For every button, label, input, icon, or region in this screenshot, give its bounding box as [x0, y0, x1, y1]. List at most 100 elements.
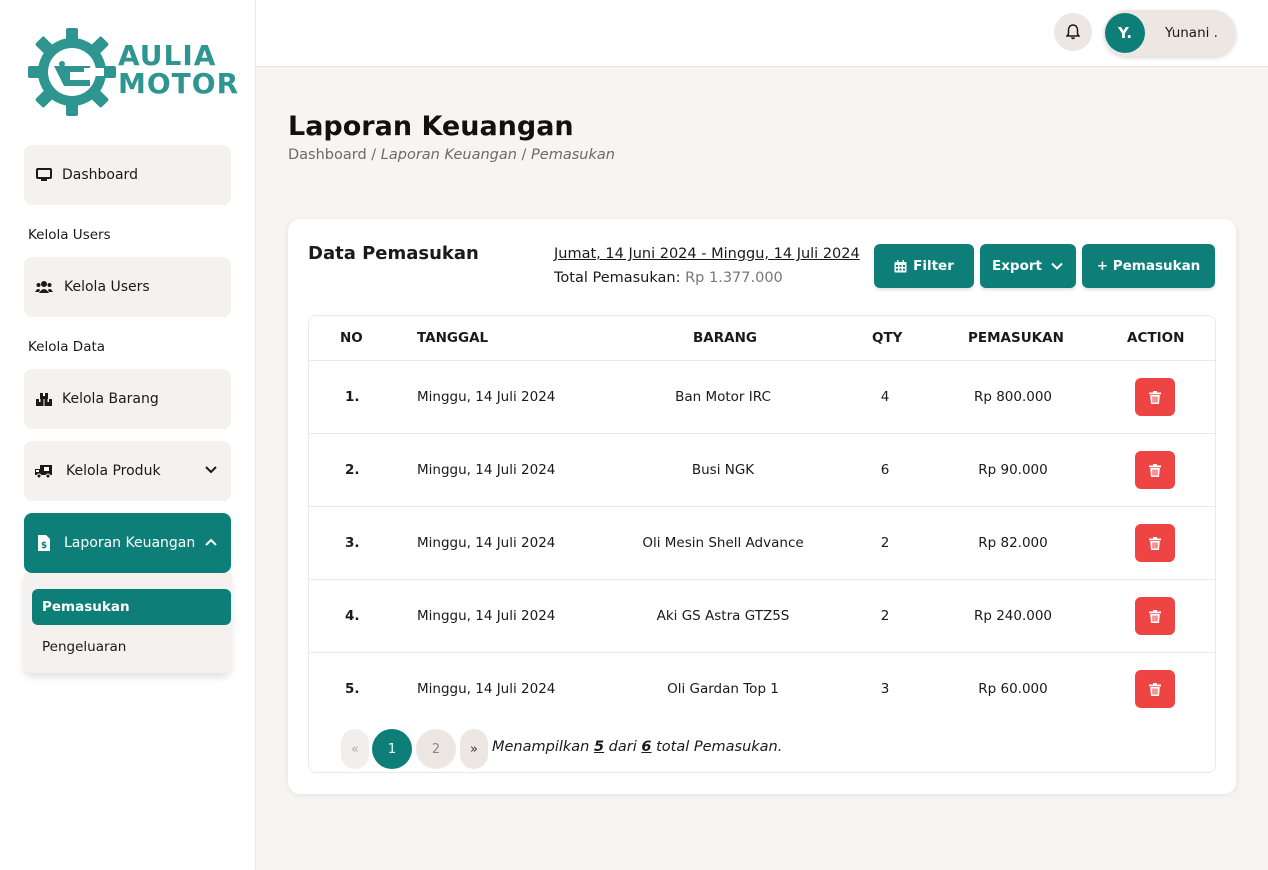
delete-button[interactable]: [1135, 597, 1175, 635]
page-1-button[interactable]: 1: [372, 729, 412, 769]
trash-icon: [1149, 536, 1161, 550]
table-header: NO TANGGAL BARANG QTY PEMASUKAN ACTION: [309, 316, 1215, 361]
submenu-item-pemasukan[interactable]: Pemasukan: [32, 589, 231, 625]
delete-button[interactable]: [1135, 524, 1175, 562]
monitor-icon: [35, 166, 53, 184]
boxes-icon: [35, 390, 53, 408]
next-page-button[interactable]: »: [460, 729, 488, 769]
header-pemasukan: PEMASUKAN: [968, 330, 1064, 346]
page-title: Laporan Keuangan: [288, 111, 574, 142]
cell-barang: Ban Motor IRC: [675, 389, 771, 405]
cell-qty: 4: [880, 389, 890, 405]
topbar: Y. Yunani .: [256, 0, 1268, 67]
truck-icon: [35, 462, 53, 480]
cell-pemasukan: Rp 90.000: [978, 462, 1048, 478]
avatar: Y.: [1105, 13, 1145, 53]
delete-button[interactable]: [1135, 378, 1175, 416]
notification-button[interactable]: [1054, 13, 1092, 51]
cell-barang: Oli Mesin Shell Advance: [642, 535, 804, 551]
trash-icon: [1149, 682, 1161, 696]
cell-tanggal: Minggu, 14 Juli 2024: [417, 681, 556, 697]
breadcrumb-separator: /: [366, 147, 381, 163]
cell-qty: 2: [880, 535, 890, 551]
income-table: NO TANGGAL BARANG QTY PEMASUKAN ACTION 1…: [308, 315, 1216, 773]
sidebar-item-label: Dashboard: [62, 167, 138, 183]
cell-no: 2.: [345, 462, 360, 478]
cell-pemasukan: Rp 240.000: [973, 608, 1053, 624]
breadcrumb-level2: Pemasukan: [531, 147, 615, 163]
sidebar-item-kelola-users[interactable]: Kelola Users: [24, 257, 231, 317]
cell-qty: 3: [880, 681, 890, 697]
breadcrumb-root[interactable]: Dashboard: [288, 147, 367, 163]
total-value: Rp 1.377.000: [685, 270, 783, 286]
submenu-item-pengeluaran[interactable]: Pengeluaran: [32, 629, 231, 665]
cell-no: 1.: [345, 389, 360, 405]
income-card: Data Pemasukan Jumat, 14 Juni 2024 - Min…: [288, 219, 1236, 794]
sidebar-item-label: Kelola Produk: [66, 463, 161, 479]
total-label: Total Pemasukan:: [554, 270, 681, 286]
cell-tanggal: Minggu, 14 Juli 2024: [417, 462, 556, 478]
cell-barang: Busi NGK: [691, 462, 755, 478]
sidebar-item-kelola-barang[interactable]: Kelola Barang: [24, 369, 231, 429]
cell-no: 3.: [345, 535, 360, 551]
prev-page-button[interactable]: «: [341, 729, 369, 769]
user-menu[interactable]: Y. Yunani .: [1104, 10, 1236, 56]
cell-tanggal: Minggu, 14 Juli 2024: [417, 535, 556, 551]
cell-pemasukan: Rp 800.000: [973, 389, 1053, 405]
add-pemasukan-button[interactable]: + Pemasukan: [1082, 244, 1215, 288]
user-name: Yunani .: [1165, 25, 1218, 41]
pagination-info-pre: Menampilkan: [492, 739, 594, 755]
filter-label: Filter: [913, 258, 954, 274]
delete-button[interactable]: [1135, 670, 1175, 708]
breadcrumb-level1: Laporan Keuangan: [380, 147, 517, 163]
chevron-up-icon: [205, 538, 217, 546]
section-label-data: Kelola Data: [28, 339, 106, 355]
export-label: Export: [992, 258, 1042, 274]
card-title: Data Pemasukan: [308, 243, 479, 264]
bell-icon: [1066, 24, 1080, 40]
delete-button[interactable]: [1135, 451, 1175, 489]
chevron-down-icon: [1051, 262, 1063, 270]
cell-barang: Aki GS Astra GTZ5S: [656, 608, 790, 624]
pagination-info: Menampilkan 5 dari 6 total Pemasukan.: [492, 739, 782, 755]
sidebar-item-label: Kelola Users: [64, 279, 150, 295]
brand-name: AULIA MOTOR: [118, 42, 239, 98]
pagination-total: 6: [641, 739, 652, 755]
table-row: 1. Minggu, 14 Juli 2024 Ban Motor IRC 4 …: [309, 361, 1215, 434]
users-icon: [35, 278, 53, 296]
gear-logo-icon: [28, 28, 116, 116]
breadcrumb: Dashboard / Laporan Keuangan / Pemasukan: [288, 147, 615, 163]
submenu-laporan: Pemasukan Pengeluaran: [24, 573, 231, 673]
trash-icon: [1149, 463, 1161, 477]
pagination-info-mid: dari: [604, 739, 642, 755]
filter-button[interactable]: Filter: [874, 244, 974, 288]
table-row: 5. Minggu, 14 Juli 2024 Oli Gardan Top 1…: [309, 653, 1215, 726]
breadcrumb-separator: /: [516, 147, 532, 163]
trash-icon: [1149, 390, 1161, 404]
pagination-info-post: total Pemasukan.: [651, 739, 783, 755]
cell-pemasukan: Rp 82.000: [978, 535, 1048, 551]
brand-logo[interactable]: AULIA MOTOR: [28, 26, 238, 118]
table-row: 4. Minggu, 14 Juli 2024 Aki GS Astra GTZ…: [309, 580, 1215, 653]
brand-line1: AULIA: [118, 39, 217, 72]
sidebar-item-laporan-keuangan[interactable]: $ Laporan Keuangan: [24, 513, 231, 573]
sidebar-item-dashboard[interactable]: Dashboard: [24, 145, 231, 205]
section-label-users: Kelola Users: [28, 227, 111, 243]
file-invoice-dollar-icon: $: [35, 534, 53, 552]
table-row: 3. Minggu, 14 Juli 2024 Oli Mesin Shell …: [309, 507, 1215, 580]
cell-qty: 2: [880, 608, 890, 624]
pagination-shown: 5: [593, 739, 605, 755]
cell-no: 5.: [345, 681, 360, 697]
cell-tanggal: Minggu, 14 Juli 2024: [417, 608, 556, 624]
cell-no: 4.: [345, 608, 360, 624]
cell-qty: 6: [880, 462, 890, 478]
cell-pemasukan: Rp 60.000: [978, 681, 1048, 697]
brand-line2: MOTOR: [118, 67, 240, 100]
page-2-button[interactable]: 2: [416, 729, 456, 769]
sidebar: AULIA MOTOR Dashboard Kelola Users Kelol…: [0, 0, 256, 870]
cell-barang: Oli Gardan Top 1: [667, 681, 779, 697]
header-barang: BARANG: [693, 330, 757, 346]
export-button[interactable]: Export: [980, 244, 1076, 288]
trash-icon: [1149, 609, 1161, 623]
sidebar-item-kelola-produk[interactable]: Kelola Produk: [24, 441, 231, 501]
